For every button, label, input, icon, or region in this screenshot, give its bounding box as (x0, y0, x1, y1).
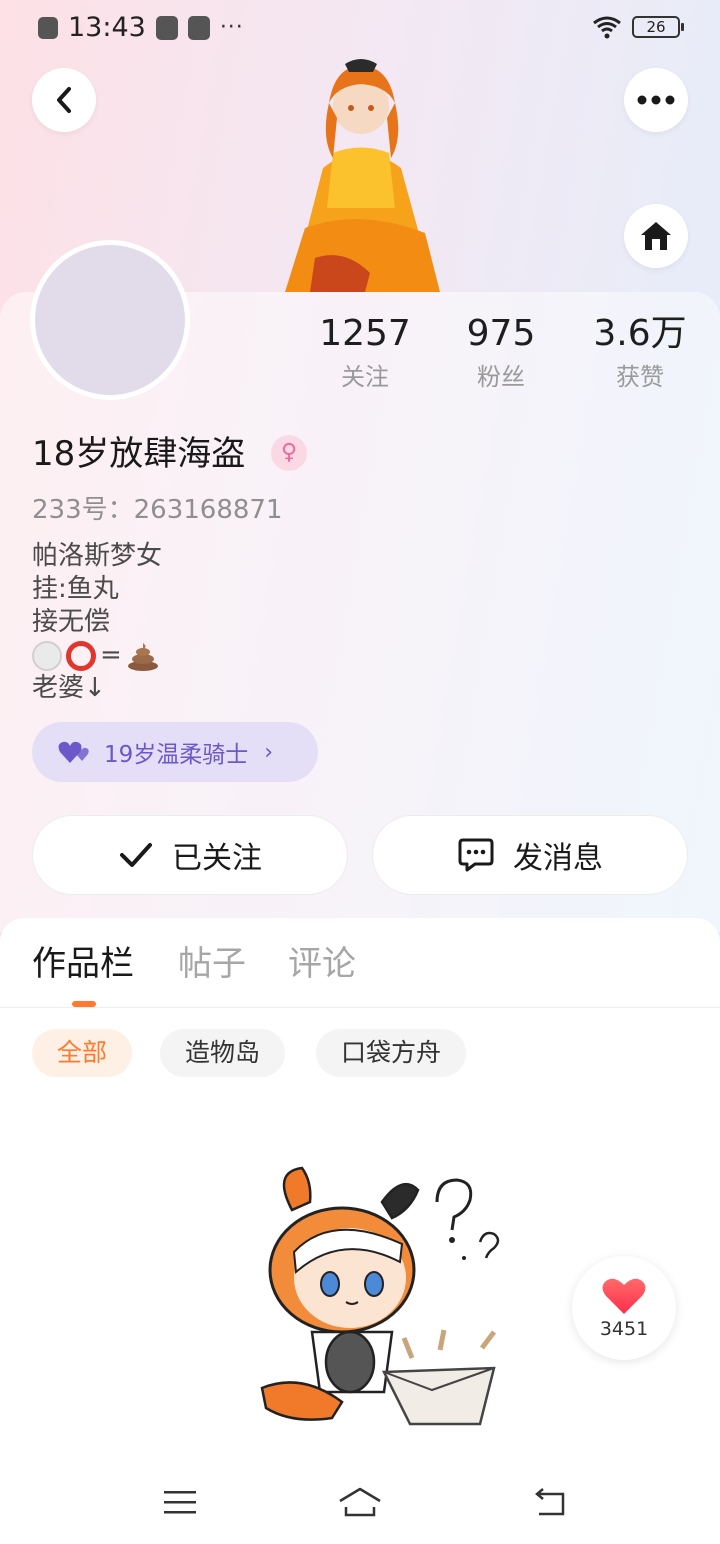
filter-pocket-ark[interactable]: 口袋方舟 (316, 1029, 467, 1077)
filter-all[interactable]: 全部 (32, 1029, 133, 1077)
bio-line: 帕洛斯梦女 (32, 541, 163, 571)
bio-line: 接无偿 (32, 607, 111, 637)
stat-following[interactable]: 1257 关注 (295, 312, 435, 392)
chat-bubble-icon (458, 838, 494, 872)
tab-comments[interactable]: 评论 (288, 940, 356, 988)
likes-label: 获赞 (616, 363, 664, 391)
menu-button[interactable] (155, 1482, 205, 1522)
send-message-label: 发消息 (513, 841, 603, 876)
tab-works[interactable]: 作品栏 (32, 940, 134, 988)
home-icon (641, 222, 671, 250)
avatar-3d-figure (285, 59, 440, 292)
stat-likes[interactable]: 3.6万 获赞 (570, 312, 710, 392)
bio-line: 老婆↓ (32, 673, 106, 703)
bio: 帕洛斯梦女 挂:鱼丸 接无偿 = 老婆↓ (32, 540, 162, 705)
wifi-icon (593, 16, 621, 39)
like-count: 3451 (599, 1318, 649, 1340)
partner-name: 19岁温柔骑士 (104, 742, 249, 768)
filter-creation-island[interactable]: 造物岛 (160, 1029, 286, 1077)
status-time: 13:43 (68, 12, 146, 43)
likes-count: 3.6万 (593, 313, 687, 354)
wallet-icon (155, 15, 178, 40)
more-dots-icon (637, 95, 675, 105)
following-label: 关注 (341, 363, 389, 391)
heart-icon (602, 1278, 646, 1314)
tab-posts[interactable]: 帖子 (178, 940, 246, 988)
bio-emoji-line: = (32, 639, 162, 672)
followers-count: 975 (466, 313, 536, 354)
username: 18岁放肆海盗 (32, 434, 246, 474)
nav-home-icon (339, 1487, 381, 1517)
following-count: 1257 (319, 313, 411, 354)
poop-emoji-icon (127, 642, 158, 671)
red-circle-emoji-icon (66, 640, 96, 671)
tab-divider (0, 1007, 720, 1008)
user-id: 233号：263168871 (32, 495, 283, 525)
back-button[interactable] (32, 68, 96, 132)
empty-state-illustration (260, 1166, 500, 1426)
followed-label: 已关注 (172, 841, 262, 876)
equals-sign: = (100, 640, 122, 670)
chevron-right-icon: › (264, 739, 274, 765)
followers-label: 粉丝 (477, 363, 525, 391)
nav-back-button[interactable] (525, 1482, 575, 1522)
battery-indicator: 26 (632, 16, 684, 38)
more-options-button[interactable] (624, 68, 688, 132)
stat-followers[interactable]: 975 粉丝 (431, 312, 571, 392)
check-icon (120, 843, 152, 867)
avatar[interactable] (30, 240, 190, 400)
notification-close-icon (38, 16, 58, 39)
menu-icon (164, 1491, 196, 1514)
status-more-dots: ··· (219, 15, 244, 40)
rice-ball-emoji-icon (32, 640, 62, 671)
partner-link[interactable]: 19岁温柔骑士 › (32, 722, 318, 782)
nav-back-icon (535, 1488, 565, 1516)
status-bar: 13:43 ··· 26 (0, 0, 720, 56)
gender-female-icon: ♀ (271, 435, 307, 471)
send-message-button[interactable]: 发消息 (372, 815, 688, 895)
bio-line: 挂:鱼丸 (32, 574, 119, 604)
music-icon (187, 15, 210, 40)
double-heart-icon (58, 741, 89, 763)
nav-home-button[interactable] (335, 1482, 385, 1522)
back-arrow-icon (57, 87, 71, 113)
followed-button[interactable]: 已关注 (32, 815, 348, 895)
home-page-button[interactable] (624, 204, 688, 268)
like-float-button[interactable]: 3451 (572, 1256, 676, 1360)
